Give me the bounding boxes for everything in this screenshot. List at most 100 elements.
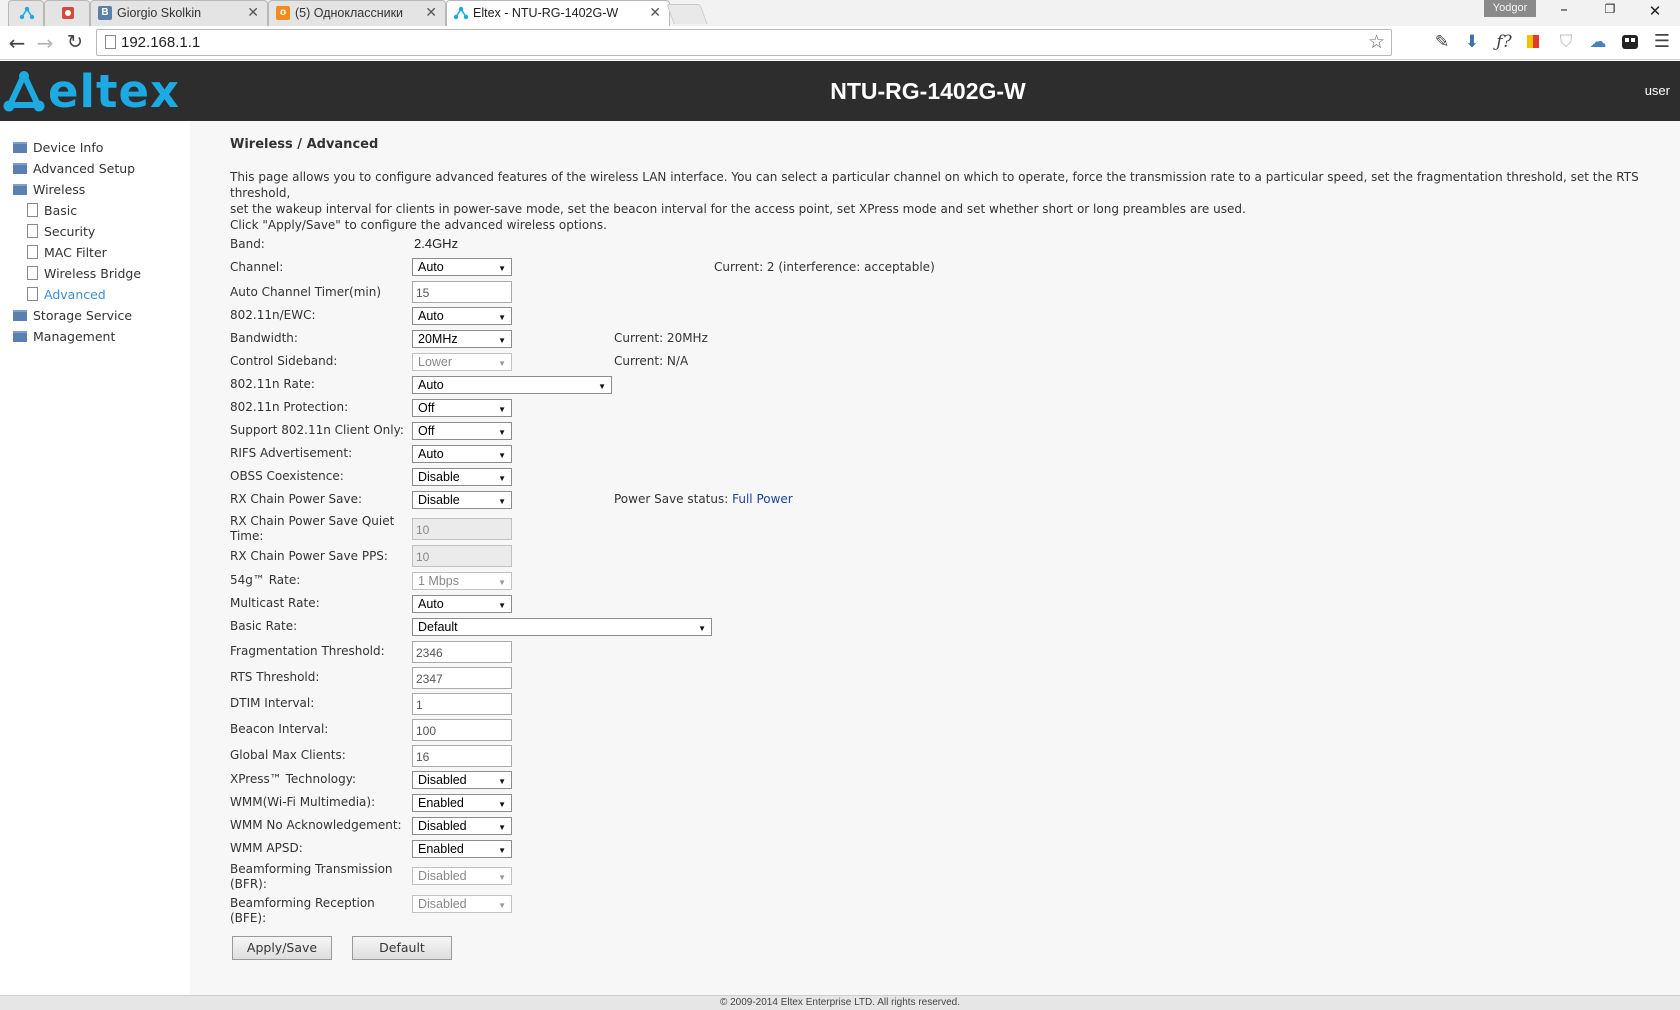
download-extension-icon[interactable]: ⬇	[1460, 30, 1484, 54]
basic-rate-select[interactable]: Default	[412, 618, 712, 636]
auto-channel-timer-label: Auto Channel Timer(min)	[230, 285, 382, 299]
bfe-select[interactable]: Disabled	[412, 895, 512, 913]
sidebar-item-security[interactable]: Security	[27, 224, 95, 239]
sidebar-item-label: Storage Service	[33, 308, 133, 323]
sidebar-item-mac-filter[interactable]: MAC Filter	[27, 245, 107, 260]
flag-extension-icon[interactable]	[1522, 30, 1546, 54]
minimize-icon[interactable]: –	[1554, 0, 1574, 18]
tab-title: Eltex - NTU-RG-1402G-W	[473, 6, 619, 20]
reload-icon[interactable]: ↻	[64, 31, 86, 53]
tab-title: Giorgio Skolkin	[117, 6, 202, 20]
apply-save-button[interactable]: Apply/Save	[232, 936, 332, 960]
n-client-only-select[interactable]: Off	[412, 422, 512, 440]
cloud-extension-icon[interactable]: ☁	[1586, 30, 1610, 54]
rts-threshold-input[interactable]: 2347	[412, 667, 512, 689]
rx-pps-input[interactable]: 10	[412, 545, 512, 567]
page-title: Wireless / Advanced	[230, 137, 379, 152]
menu-icon[interactable]: ☰	[1650, 30, 1674, 54]
n-protection-select[interactable]: Off	[412, 399, 512, 417]
new-tab-button[interactable]	[666, 4, 708, 24]
sidebar-item-label: Wireless	[33, 182, 86, 197]
profile-badge[interactable]: Yodgor	[1484, 0, 1536, 17]
folder-icon	[13, 142, 27, 153]
multicast-rate-label: Multicast Rate:	[230, 596, 320, 610]
page-description: This page allows you to configure advanc…	[230, 169, 1650, 233]
beacon-input[interactable]: 100	[412, 719, 512, 741]
sidebar-nav: Device Info Advanced Setup Wireless Basi…	[0, 121, 190, 995]
restore-icon[interactable]: ❐	[1600, 2, 1620, 16]
control-sideband-select[interactable]: Lower	[412, 353, 512, 371]
page-icon	[27, 245, 38, 259]
close-icon[interactable]: ✕	[649, 4, 661, 21]
bfr-select[interactable]: Disabled	[412, 867, 512, 885]
url-text[interactable]: 192.168.1.1	[121, 34, 200, 51]
bfe-label: Beamforming Reception (BFE):	[230, 896, 375, 925]
router-header: eltex NTU-RG-1402G-W user	[0, 61, 1680, 121]
multicast-rate-select[interactable]: Auto	[412, 595, 512, 613]
page-icon	[27, 266, 38, 280]
sidebar-item-advanced-setup[interactable]: Advanced Setup	[13, 161, 135, 176]
sidebar-item-management[interactable]: Management	[13, 329, 115, 344]
g-rate-label: 54g™ Rate:	[230, 573, 301, 587]
sidebar-item-wireless[interactable]: Wireless	[13, 182, 85, 197]
control-sideband-label: Control Sideband:	[230, 354, 338, 368]
page-icon	[27, 203, 38, 217]
sidebar-item-basic[interactable]: Basic	[27, 203, 77, 218]
bandwidth-select[interactable]: 20MHz	[412, 330, 512, 348]
basic-rate-label: Basic Rate:	[230, 619, 298, 633]
sidebar-item-storage-service[interactable]: Storage Service	[13, 308, 132, 323]
sidebar-item-label: Advanced	[44, 287, 106, 302]
dtim-input[interactable]: 1	[412, 693, 512, 715]
g-rate-select[interactable]: 1 Mbps	[412, 572, 512, 590]
sidebar-item-advanced[interactable]: Advanced	[27, 287, 106, 302]
address-bar[interactable]: 192.168.1.1 ☆	[96, 29, 1392, 56]
eyedropper-extension-icon[interactable]: ✎	[1430, 30, 1454, 54]
rx-power-save-label: RX Chain Power Save:	[230, 492, 363, 506]
bfr-label: Beamforming Transmission (BFR):	[230, 862, 393, 891]
tab-eltex[interactable]: Eltex - NTU-RG-1402G-W ✕	[446, 0, 670, 26]
frag-threshold-input[interactable]: 2346	[412, 641, 512, 663]
page-icon	[27, 287, 38, 301]
page-icon	[27, 224, 38, 238]
xpress-select[interactable]: Disabled	[412, 771, 512, 789]
tab-pinned-2[interactable]	[44, 0, 90, 26]
wmm-noack-select[interactable]: Disabled	[412, 817, 512, 835]
shield-extension-icon[interactable]: ⛉	[1554, 30, 1578, 54]
rx-pps-label: RX Chain Power Save PPS:	[230, 549, 388, 563]
auto-channel-timer-input[interactable]: 15	[412, 281, 512, 303]
ewc-select[interactable]: Auto	[412, 307, 512, 325]
sidebar-item-label: Advanced Setup	[33, 161, 136, 176]
close-icon[interactable]: ✕	[425, 4, 437, 21]
tab-vk[interactable]: B Giorgio Skolkin ✕	[90, 0, 268, 26]
main-content: Wireless / Advanced This page allows you…	[190, 121, 1680, 995]
bandwidth-label: Bandwidth:	[230, 331, 298, 345]
eltex-icon	[19, 6, 35, 20]
max-clients-input[interactable]: 16	[412, 745, 512, 767]
rx-quiet-time-input[interactable]: 10	[412, 518, 512, 540]
sidebar-item-device-info[interactable]: Device Info	[13, 140, 103, 155]
formula-extension-icon[interactable]: ƒ?	[1492, 30, 1516, 54]
xpress-label: XPress™ Technology:	[230, 772, 357, 786]
default-button[interactable]: Default	[352, 936, 452, 960]
n-rate-select[interactable]: Auto	[412, 376, 612, 394]
band-value: 2.4GHz	[414, 236, 459, 251]
power-save-status-label: Power Save status:	[614, 492, 729, 506]
back-icon[interactable]: ←	[6, 31, 28, 55]
rifs-select[interactable]: Auto	[412, 445, 512, 463]
obss-select[interactable]: Disable	[412, 468, 512, 486]
forward-icon[interactable]: →	[34, 31, 56, 55]
dashboard-extension-icon[interactable]	[1618, 30, 1642, 54]
channel-select[interactable]: Auto	[412, 258, 512, 276]
channel-current-note: Current: 2 (interference: acceptable)	[714, 260, 935, 274]
rx-power-save-select[interactable]: Disable	[412, 491, 512, 509]
wmm-select[interactable]: Enabled	[412, 794, 512, 812]
close-icon[interactable]: ✕	[247, 4, 259, 21]
tab-odnoklassniki[interactable]: o (5) Одноклассники ✕	[268, 0, 446, 26]
window-close-icon[interactable]: ✕	[1645, 2, 1665, 20]
wmm-noack-label: WMM No Acknowledgement:	[230, 818, 402, 832]
bookmark-star-icon[interactable]: ☆	[1368, 31, 1385, 53]
wmm-apsd-select[interactable]: Enabled	[412, 840, 512, 858]
tab-eltex-pinned[interactable]	[8, 0, 44, 26]
sidebar-item-label: MAC Filter	[44, 245, 107, 260]
sidebar-item-wireless-bridge[interactable]: Wireless Bridge	[27, 266, 141, 281]
